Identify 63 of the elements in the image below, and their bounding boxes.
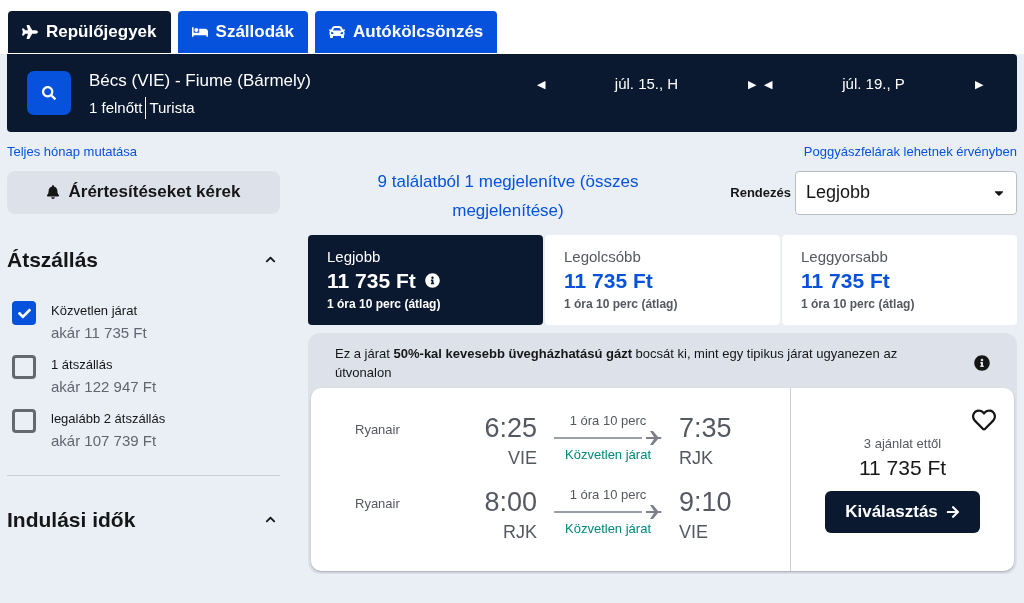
option-price: akár 122 947 Ft bbox=[51, 377, 157, 397]
next-day-button[interactable]: ▶ bbox=[744, 76, 760, 93]
arrival-time: 7:35 bbox=[679, 412, 732, 444]
option-price: akár 11 735 Ft bbox=[51, 323, 147, 343]
plane-icon bbox=[22, 24, 38, 40]
departure-time: 8:00 bbox=[484, 486, 537, 518]
results-count-link[interactable]: 9 találatból 1 megjelenítve (összes megjelenítése) bbox=[338, 166, 678, 225]
bed-icon bbox=[191, 24, 208, 40]
arrival-airport: RJK bbox=[679, 447, 713, 470]
sort-label: Rendezés bbox=[730, 183, 791, 202]
airline-name: Ryanair bbox=[355, 421, 401, 439]
airline-name: Ryanair bbox=[355, 495, 401, 513]
route-text: Bécs (VIE) - Fiume (Bármely) bbox=[89, 70, 311, 92]
option-price: akár 107 739 Ft bbox=[51, 431, 158, 451]
passengers-text: 1 felnőtt bbox=[89, 97, 147, 119]
select-button[interactable]: Kiválasztás bbox=[825, 491, 980, 533]
arrival-time: 9:10 bbox=[679, 486, 732, 518]
departure-time: 6:25 bbox=[484, 412, 537, 444]
option-label: Közvetlen járat bbox=[51, 302, 138, 320]
stops-text: Közvetlen járat bbox=[565, 446, 651, 464]
full-month-link[interactable]: Teljes hónap mutatása bbox=[7, 142, 138, 162]
offers-text: 3 ajánlat ettől bbox=[863, 434, 942, 453]
departure-airport: VIE bbox=[508, 447, 537, 470]
search-icon bbox=[42, 86, 56, 100]
sort-tab[interactable]: Leggyorsabb 11 735 Ft 1 óra 10 perc (átlag) bbox=[782, 234, 1017, 325]
info-icon bbox=[974, 354, 990, 371]
emissions-note: Ez a járat 50%-kal kevesebb üvegházhatású gázt bocsát ki, mint egy tipikus járat ugyanezen az útvonalon bbox=[335, 344, 899, 382]
filter-heading: Indulási idők bbox=[7, 507, 136, 533]
price-alert-button[interactable]: Árértesítéseket kérek bbox=[7, 170, 280, 214]
arrow-right-icon bbox=[945, 505, 960, 519]
flight-duration: 1 óra 10 perc bbox=[569, 412, 647, 430]
sort-tab[interactable]: Legolcsóbb 11 735 Ft 1 óra 10 perc (átlag) bbox=[545, 234, 780, 325]
date-text: júl. 19., P bbox=[842, 74, 905, 94]
cabin-text: Turista bbox=[148, 98, 195, 118]
checkbox[interactable] bbox=[12, 355, 36, 379]
flight-path-line-icon bbox=[554, 505, 662, 519]
category-tab[interactable]: Repülőjegyek bbox=[8, 11, 171, 53]
category-tab[interactable]: Autókölcsönzés bbox=[314, 11, 498, 53]
stops-text: Közvetlen járat bbox=[565, 520, 651, 538]
heart-icon bbox=[972, 407, 996, 432]
checkbox[interactable] bbox=[12, 409, 36, 433]
previous-day-button[interactable]: ◀ bbox=[533, 76, 549, 93]
bell-icon bbox=[46, 185, 61, 199]
date-text: júl. 15., H bbox=[614, 74, 679, 94]
baggage-fees-link[interactable]: Poggyászfelárak lehetnek érvényben bbox=[803, 142, 1017, 162]
car-icon bbox=[328, 24, 345, 40]
flight-path-line-icon bbox=[554, 431, 662, 445]
checkbox[interactable] bbox=[12, 301, 36, 325]
next-day-button[interactable]: ▶ bbox=[971, 76, 987, 93]
arrival-airport: VIE bbox=[679, 521, 708, 544]
previous-day-button[interactable]: ◀ bbox=[760, 76, 776, 93]
option-label: legalább 2 átszállás bbox=[51, 410, 166, 428]
sort-dropdown[interactable]: Legjobb bbox=[795, 170, 1017, 215]
check-icon bbox=[17, 306, 31, 320]
departure-airport: RJK bbox=[503, 521, 537, 544]
search-button[interactable] bbox=[27, 71, 71, 115]
favorite-button[interactable] bbox=[972, 407, 996, 432]
flight-duration: 1 óra 10 perc bbox=[569, 486, 647, 504]
category-tab[interactable]: Szállodák bbox=[177, 11, 308, 53]
result-price: 11 735 Ft bbox=[858, 455, 947, 481]
option-label: 1 átszállás bbox=[51, 356, 114, 374]
sort-tab[interactable]: Legjobb 11 735 Ft 1 óra 10 perc (átlag) bbox=[308, 234, 543, 325]
filter-heading: Átszállás bbox=[7, 246, 99, 273]
